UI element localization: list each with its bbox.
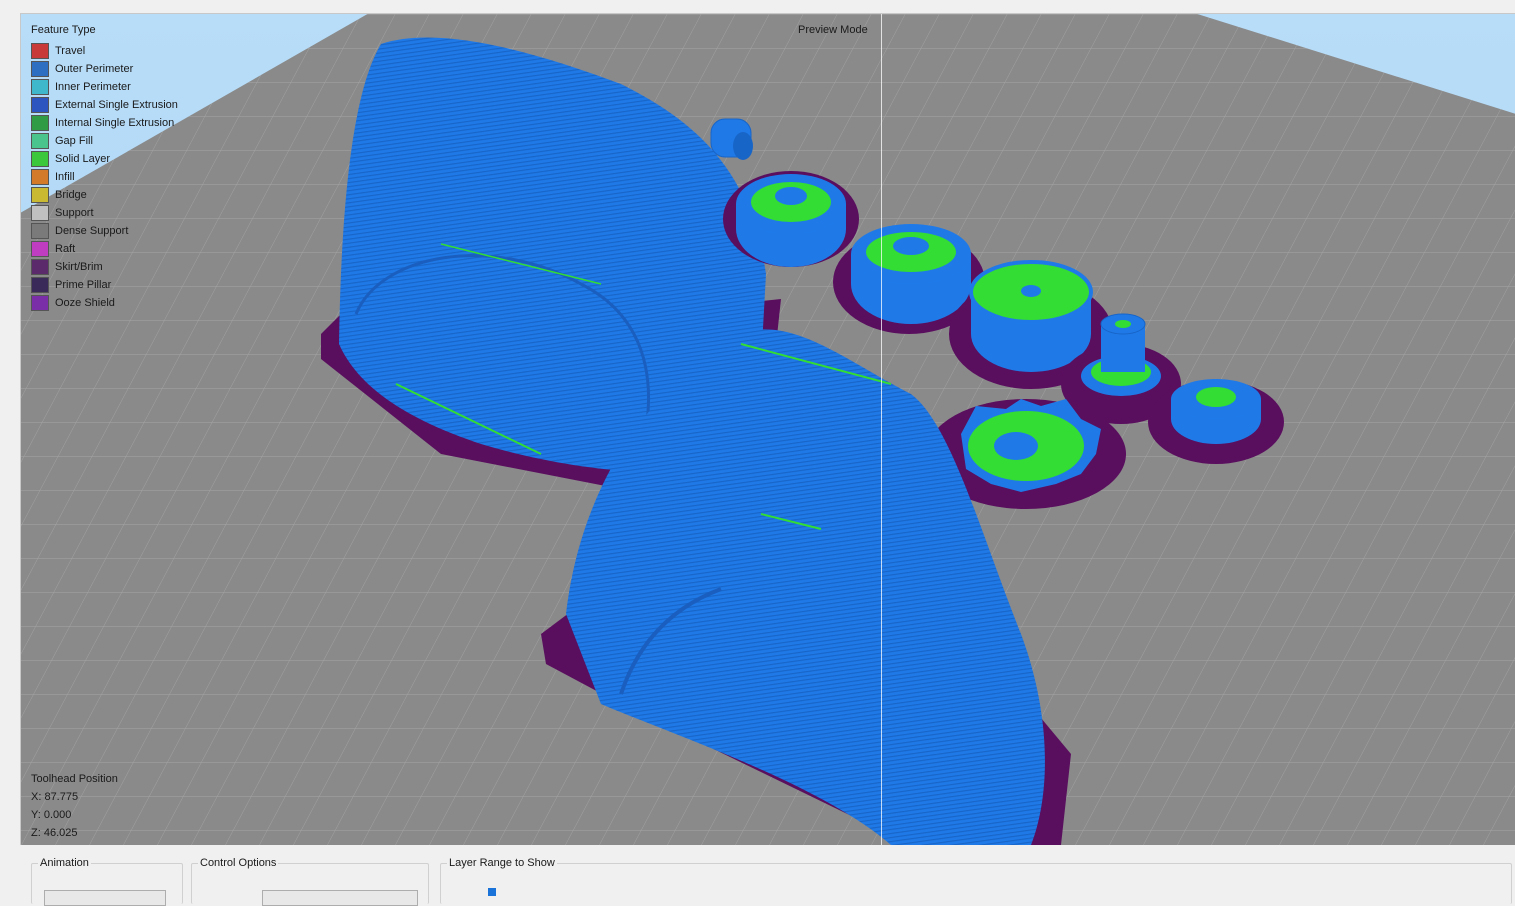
animation-group: Animation (31, 857, 183, 906)
toolhead-y: Y: 0.000 (31, 809, 72, 821)
legend-label: Raft (55, 243, 76, 255)
legend-swatch (31, 169, 49, 185)
legend-label: Bridge (55, 189, 87, 201)
legend-item: Gap Fill (31, 132, 178, 150)
print-bed-scene (21, 14, 1515, 845)
legend-item: Support (31, 204, 178, 222)
legend-swatch (31, 79, 49, 95)
legend-swatch (31, 295, 49, 311)
legend-label: Infill (55, 171, 75, 183)
legend-item: Raft (31, 240, 178, 258)
legend-label: Inner Perimeter (55, 81, 131, 93)
legend-swatch (31, 151, 49, 167)
legend-swatch (31, 241, 49, 257)
toolhead-x: X: 87.775 (31, 791, 79, 803)
legend-swatch (31, 115, 49, 131)
legend-swatch (31, 97, 49, 113)
legend-label: Internal Single Extrusion (55, 117, 175, 129)
legend-item: Travel (31, 42, 178, 60)
legend-title: Feature Type (31, 24, 96, 36)
legend-item: Ooze Shield (31, 294, 178, 312)
legend-swatch (31, 43, 49, 59)
legend-swatch (31, 61, 49, 77)
legend-label: Prime Pillar (55, 279, 112, 291)
layer-range-label: Layer Range to Show (447, 857, 557, 869)
feature-type-legend: Feature Type Travel Outer Perimeter Inner … (31, 24, 178, 312)
legend-item: Infill (31, 168, 178, 186)
legend-label: Travel (55, 45, 86, 57)
legend-swatch (31, 187, 49, 203)
legend-item: External Single Extrusion (31, 96, 178, 114)
legend-label: Outer Perimeter (55, 63, 134, 75)
toolhead-title: Toolhead Position (31, 773, 118, 785)
legend-item: Solid Layer (31, 150, 178, 168)
legend-item: Dense Support (31, 222, 178, 240)
legend-label: Skirt/Brim (55, 261, 103, 273)
legend-item: Bridge (31, 186, 178, 204)
legend-label: Solid Layer (55, 153, 111, 165)
legend-item: Outer Perimeter (31, 60, 178, 78)
legend-item: Prime Pillar (31, 276, 178, 294)
viewport-split-line (881, 14, 882, 845)
legend-swatch (31, 205, 49, 221)
control-options-dropdown[interactable] (262, 890, 418, 906)
control-options-group: Control Options (191, 857, 429, 906)
legend-label: External Single Extrusion (55, 99, 178, 111)
control-options-label: Control Options (198, 857, 279, 869)
legend-label: Gap Fill (55, 135, 93, 147)
toolhead-z: Z: 46.025 (31, 827, 78, 839)
animation-label: Animation (38, 857, 91, 869)
animation-button[interactable] (44, 890, 166, 906)
toolhead-position: Toolhead Position X: 87.775 Y: 0.000 Z: … (31, 770, 118, 842)
preview-viewport[interactable]: Feature Type Travel Outer Perimeter Inner … (20, 13, 1515, 845)
bottom-controls-panel: Animation Control Options Layer Range to… (0, 846, 1515, 906)
legend-swatch (31, 259, 49, 275)
layer-range-group: Layer Range to Show (440, 857, 1512, 904)
model-disc-1 (723, 171, 859, 267)
legend-item: Skirt/Brim (31, 258, 178, 276)
legend-label: Support (55, 207, 94, 219)
legend-label: Ooze Shield (55, 297, 115, 309)
legend-item: Inner Perimeter (31, 78, 178, 96)
layer-range-slider-thumb[interactable] (488, 888, 496, 896)
preview-mode-label: Preview Mode (798, 24, 868, 36)
legend-item: Internal Single Extrusion (31, 114, 178, 132)
legend-label: Dense Support (55, 225, 129, 237)
legend-swatch (31, 133, 49, 149)
legend-swatch (31, 223, 49, 239)
legend-swatch (31, 277, 49, 293)
